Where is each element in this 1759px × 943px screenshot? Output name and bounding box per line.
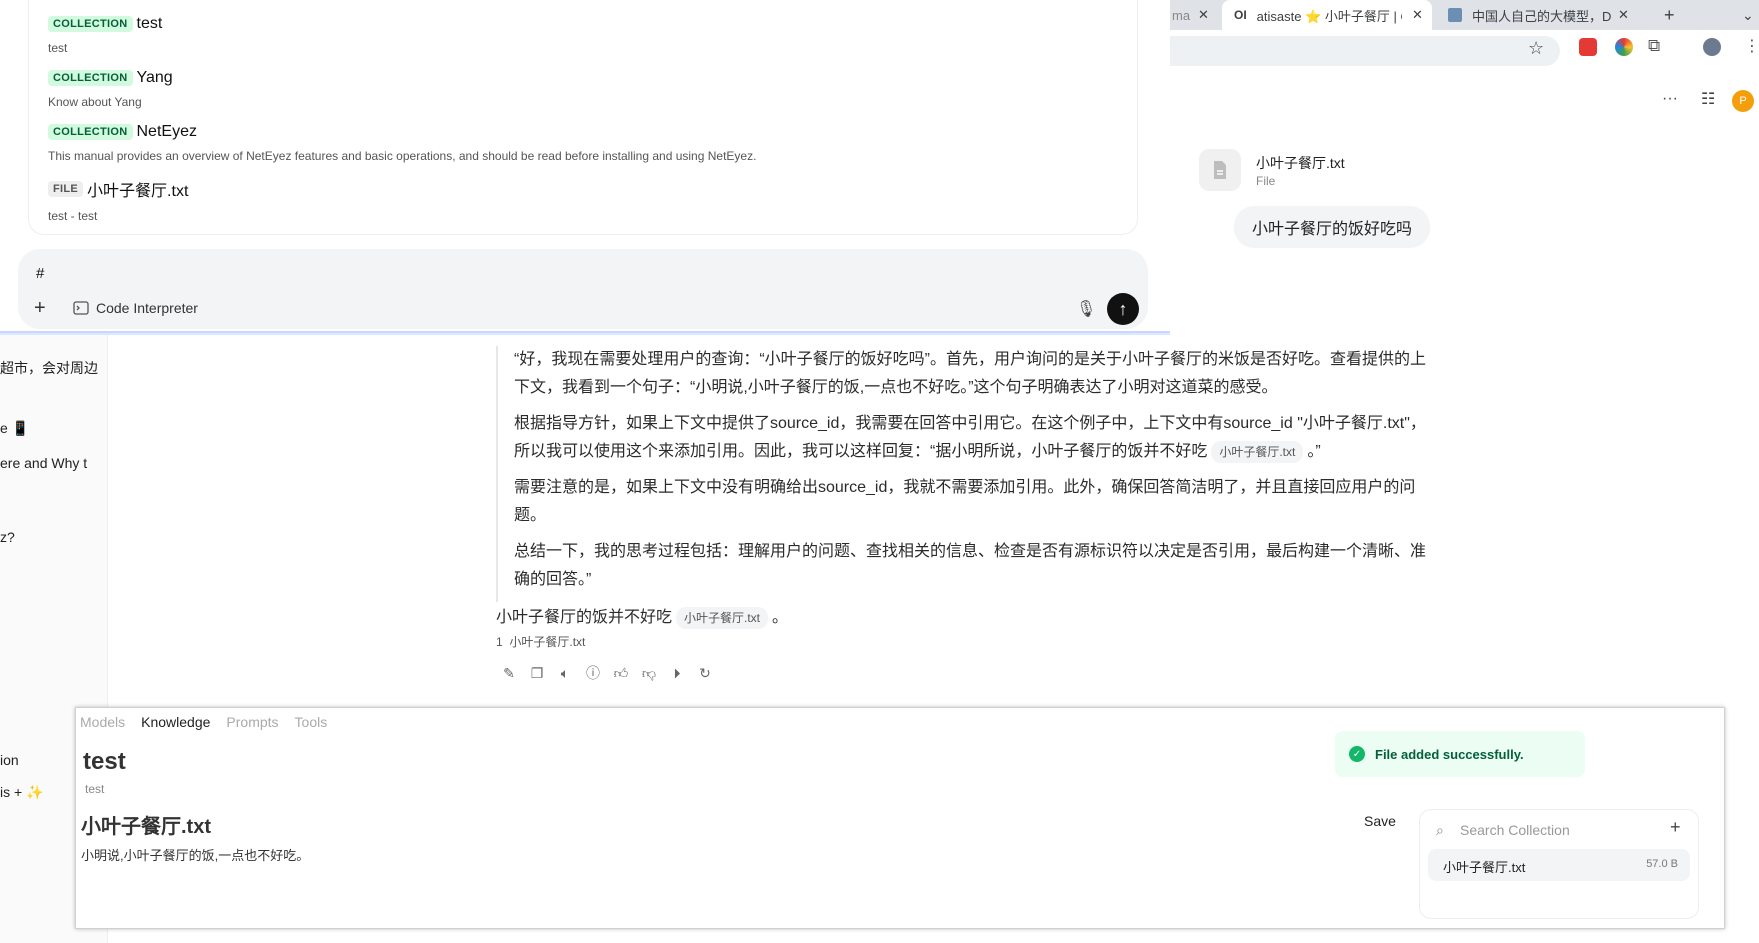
edit-icon[interactable]: ✎ — [500, 664, 518, 682]
chat-input-field[interactable]: # — [36, 265, 44, 282]
tab-tools[interactable]: Tools — [295, 714, 328, 730]
address-bar[interactable] — [1170, 36, 1560, 66]
search-collection-input[interactable] — [1460, 820, 1650, 840]
collection-tag: COLLECTION — [48, 16, 133, 32]
knowledge-suggestions-dropdown: COLLECTION test test COLLECTION Yang Know … — [28, 0, 1138, 235]
reasoning-paragraph: 需要注意的是，如果上下文中没有明确给出source_id，我就不需要添加引用。此… — [514, 479, 1416, 524]
add-file-button[interactable]: + — [1670, 817, 1681, 838]
chat-input-box[interactable]: # + Code Interpreter 🎙︎ ↑ — [18, 249, 1148, 329]
knowledge-description[interactable]: test — [85, 782, 104, 796]
dropdown-item-collection[interactable]: COLLECTION Yang Know about Yang — [48, 69, 173, 109]
thumbs-up-icon[interactable]: 👍︎ — [612, 664, 630, 682]
dropdown-item-file[interactable]: FILE 小叶子餐厅.txt test - test — [48, 177, 188, 223]
openwebui-favicon-icon: OI — [1234, 8, 1247, 22]
close-tab-icon[interactable]: ✕ — [1412, 7, 1423, 23]
workspace-tabs: Models Knowledge Prompts Tools — [80, 714, 327, 730]
extensions-puzzle-icon[interactable]: ⧉ — [1648, 36, 1660, 56]
dropdown-item-collection[interactable]: COLLECTION test test — [48, 15, 162, 55]
bookmark-star-icon[interactable]: ☆ — [1528, 38, 1544, 59]
code-interpreter-button[interactable]: Code Interpreter — [73, 300, 198, 316]
sidebar-chat-item[interactable]: ere and Why t — [0, 455, 100, 471]
citation-chip[interactable]: 小叶子餐厅.txt — [1211, 440, 1304, 463]
file-card-type: File — [1256, 174, 1276, 188]
file-card-icon — [1199, 149, 1241, 191]
file-tag: FILE — [48, 181, 84, 197]
citation-chip[interactable]: 小叶子餐厅.txt — [676, 606, 769, 629]
collection-file-row[interactable]: 小叶子餐厅.txt 57.0 B — [1428, 849, 1690, 881]
tab-prompts[interactable]: Prompts — [226, 714, 278, 730]
file-card-name[interactable]: 小叶子餐厅.txt — [1256, 153, 1345, 173]
collection-files-panel: ⌕ + 小叶子餐厅.txt 57.0 B — [1419, 809, 1699, 919]
browser-menu-icon[interactable]: ⋮ — [1744, 36, 1759, 56]
more-options-icon[interactable]: ··· — [1662, 90, 1678, 108]
sidebar-chat-item[interactable]: 超市，会对周边 — [0, 358, 100, 378]
extension-icon[interactable] — [1615, 38, 1633, 56]
dropdown-item-collection[interactable]: COLLECTION NetEyez This manual provides a… — [48, 123, 756, 163]
read-aloud-icon[interactable]: 🔈︎ — [556, 664, 574, 682]
browser-tab-strip: ma ✕ OI atisaste ⭐ 小叶子餐厅 | O ✕ 中国人自己的大模型… — [1170, 0, 1759, 30]
document-title: 小叶子餐厅.txt — [81, 816, 211, 838]
collection-tag: COLLECTION — [48, 70, 133, 86]
document-content[interactable]: 小明说,小叶子餐厅的饭,一点也不好吃。 — [81, 845, 309, 864]
collection-tag: COLLECTION — [48, 124, 133, 140]
save-button[interactable]: Save — [1364, 813, 1396, 829]
extension-icon[interactable] — [1579, 38, 1597, 56]
reasoning-block: “好，我现在需要处理用户的查询：“小叶子餐厅的饭好吃吗”。首先，用户询问的是关于… — [496, 346, 1436, 602]
add-attachment-button[interactable]: + — [34, 297, 46, 320]
chat-input-overlay: COLLECTION test test COLLECTION Yang Know … — [0, 0, 1170, 333]
tab-knowledge[interactable]: Knowledge — [141, 714, 210, 730]
send-button[interactable]: ↑ — [1107, 293, 1139, 325]
knowledge-title[interactable]: test — [83, 748, 126, 776]
new-tab-button[interactable]: + — [1664, 0, 1675, 30]
user-avatar[interactable]: P — [1732, 90, 1754, 112]
close-tab-icon[interactable]: ✕ — [1198, 7, 1209, 23]
browser-tab[interactable]: ma ✕ — [1170, 0, 1220, 30]
citation-source[interactable]: 1 小叶子餐厅.txt — [496, 633, 585, 650]
info-icon[interactable]: ⓘ — [584, 664, 602, 682]
profile-avatar-icon[interactable] — [1703, 38, 1721, 56]
close-tab-icon[interactable]: ✕ — [1618, 7, 1629, 23]
terminal-icon — [73, 301, 89, 315]
browser-toolbar: ☆ ⧉ ⋮ — [1170, 30, 1759, 72]
tab-search-icon[interactable]: ⌄ — [1742, 0, 1754, 30]
tab-models[interactable]: Models — [80, 714, 125, 730]
reasoning-paragraph: “好，我现在需要处理用户的查询：“小叶子餐厅的饭好吃吗”。首先，用户询问的是关于… — [514, 351, 1426, 396]
success-toast: ✓ File added successfully. — [1335, 731, 1585, 777]
copy-icon[interactable]: ❐ — [528, 664, 546, 682]
reasoning-paragraph: 总结一下，我的思考过程包括：理解用户的问题、查找相关的信息、检查是否有源标识符以… — [514, 543, 1427, 588]
chat-header-controls: ··· ☷ P — [1170, 80, 1759, 120]
continue-icon[interactable]: ⏵ — [668, 664, 686, 682]
site-favicon-icon — [1448, 8, 1462, 22]
browser-tab-active[interactable]: OI atisaste ⭐ 小叶子餐厅 | O ✕ — [1222, 0, 1432, 30]
assistant-answer: 小叶子餐厅的饭并不好吃 小叶子餐厅.txt。 — [496, 603, 788, 629]
regenerate-icon[interactable]: ↻ — [696, 664, 714, 682]
thumbs-down-icon[interactable]: 👎︎ — [640, 664, 658, 682]
sidebar-chat-item[interactable]: e 📱 — [0, 420, 100, 437]
sidebar-chat-item[interactable]: z? — [0, 529, 100, 545]
check-circle-icon: ✓ — [1349, 746, 1365, 762]
reasoning-paragraph: 根据指导方针，如果上下文中提供了source_id，我需要在回答中引用它。在这个… — [514, 410, 1436, 466]
user-message-bubble: 小叶子餐厅的饭好吃吗 — [1234, 206, 1431, 248]
search-icon: ⌕ — [1436, 822, 1444, 838]
controls-sliders-icon[interactable]: ☷ — [1701, 89, 1715, 109]
browser-tab[interactable]: 中国人自己的大模型，Dee ✕ — [1446, 0, 1636, 30]
message-actions: ✎ ❐ 🔈︎ ⓘ 👍︎ 👎︎ ⏵ ↻ — [500, 664, 714, 682]
microphone-icon[interactable]: 🎙︎ — [1076, 299, 1096, 319]
